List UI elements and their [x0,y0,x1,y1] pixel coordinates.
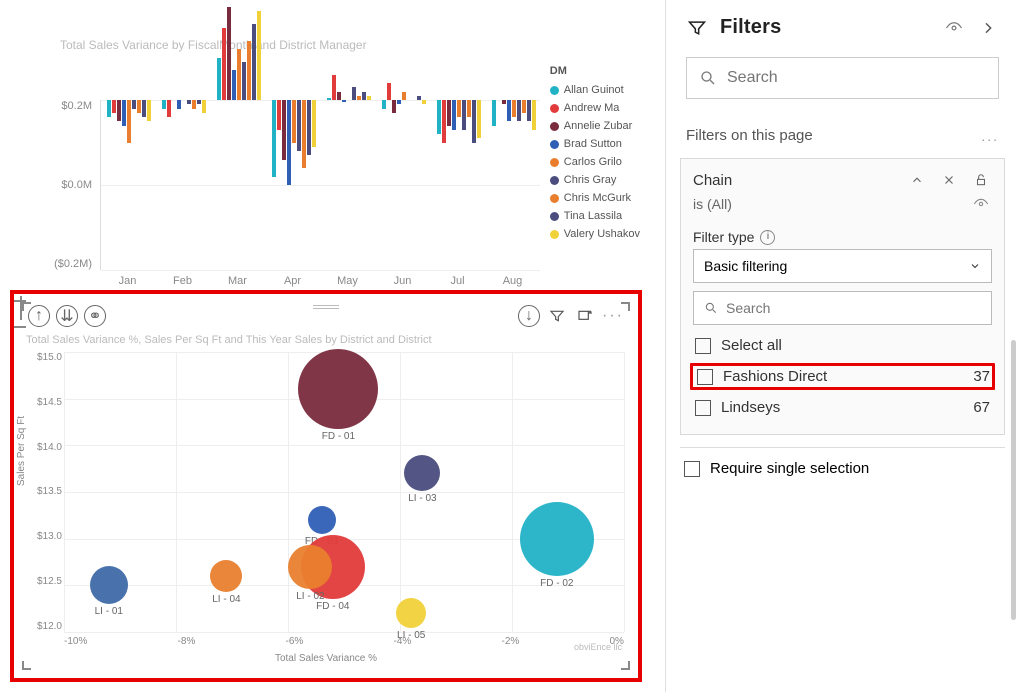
bar-legend[interactable]: DM Allan GuinotAndrew MaAnnelie ZubarBra… [550,65,640,243]
bubble[interactable] [288,545,332,589]
scatter-visual-highlight: ↑ ⇊ ⚭ ↓ ··· Total Sales Variance %, Sale… [10,290,642,682]
bubble-label: FD - 04 [316,601,349,612]
drag-grip-icon[interactable] [313,305,339,309]
filter-option[interactable]: Select all [693,333,992,358]
bubble-label: LI - 02 [296,591,324,602]
bubble[interactable] [298,349,378,429]
bubble[interactable] [210,560,242,592]
scatter-plot-area: FD - 01FD - 02FD - 03FD - 04LI - 01LI - … [64,352,624,632]
legend-item[interactable]: Tina Lassila [550,207,640,225]
drill-up-icon[interactable]: ↑ [28,305,50,327]
filter-icon [686,17,708,39]
more-options-icon[interactable]: ··· [602,305,624,327]
drill-down-icon[interactable]: ↓ [518,305,540,327]
collapse-icon[interactable] [977,17,999,39]
bar-y-axis: $0.2M $0.0M ($0.2M) [46,100,92,270]
info-icon[interactable]: i [760,230,775,245]
clear-filter-icon[interactable] [938,169,960,191]
bubble-label: LI - 03 [408,493,436,504]
require-single-selection[interactable]: Require single selection [680,447,1005,485]
focus-mode-icon[interactable] [574,305,596,327]
visibility-icon[interactable] [943,17,965,39]
section-more-icon[interactable]: ... [981,128,999,144]
search-icon [704,301,718,315]
filter-type-select[interactable]: Basic filtering [693,249,992,283]
legend-item[interactable]: Annelie Zubar [550,117,640,135]
legend-item[interactable]: Carlos Grilo [550,153,640,171]
scrollbar[interactable] [1011,340,1016,620]
chevron-down-icon [969,260,981,272]
filter-type-label: Filter type [693,229,754,245]
bubble-label: FD - 02 [540,578,573,589]
expand-hierarchy-icon[interactable]: ⚭ [84,305,106,327]
credit-text: obviEnce llc [574,642,622,652]
filters-section-label: Filters on this page [686,127,981,144]
search-icon [699,69,717,87]
legend-item[interactable]: Allan Guinot [550,81,640,99]
checkbox[interactable] [684,461,700,477]
scatter-x-label: Total Sales Variance % [20,653,632,664]
bubble-label: LI - 01 [95,606,123,617]
bubble[interactable] [520,502,594,576]
bubble[interactable] [404,455,440,491]
checkbox[interactable] [695,338,711,354]
filter-icon[interactable] [546,305,568,327]
bubble[interactable] [308,506,336,534]
collapse-card-icon[interactable] [906,169,928,191]
bar-plot-area [100,100,540,270]
filters-title: Filters [720,16,931,39]
visibility-icon[interactable] [970,193,992,215]
report-canvas[interactable]: Total Sales Variance by FiscalMonth and … [0,0,665,692]
filters-search-input[interactable] [727,69,986,87]
filter-card-chain: Chain is (All) Filter type i Basic filte… [680,158,1005,435]
filter-options-list: Select all Fashions Direct37 Lindseys67 [693,333,992,420]
legend-item[interactable]: Andrew Ma [550,99,640,117]
filter-condition: is (All) [693,196,732,212]
bubble-label: LI - 04 [212,594,240,605]
bubble[interactable] [396,598,426,628]
filters-panel: Filters Filters on this page ... Chain i… [665,0,1019,692]
legend-item[interactable]: Brad Sutton [550,135,640,153]
drill-down-all-icon[interactable]: ⇊ [56,305,78,327]
checkbox[interactable] [697,369,713,385]
filter-option[interactable]: Fashions Direct37 [690,363,995,390]
legend-item[interactable]: Valery Ushakov [550,225,640,243]
scatter-y-axis: $15.0$14.5 $14.0$13.5 $13.0$12.5 $12.0 [26,352,62,632]
filters-search-box[interactable] [686,57,999,99]
bubble[interactable] [90,566,128,604]
scatter-title: Total Sales Variance %, Sales Per Sq Ft … [26,334,432,346]
bar-x-axis: JanFeb MarApr MayJun JulAug [100,275,540,291]
visual-toolbar: ↑ ⇊ ⚭ ↓ ··· [20,300,632,332]
scatter-x-axis: -10%-8% -6%-4% -2%0% [64,636,624,648]
bar-chart-visual[interactable]: Total Sales Variance by FiscalMonth and … [20,40,640,285]
legend-item[interactable]: Chris Gray [550,171,640,189]
filter-option[interactable]: Lindseys67 [693,395,992,420]
filter-values-search-input[interactable] [726,300,981,316]
filter-values-search[interactable] [693,291,992,325]
legend-item[interactable]: Chris McGurk [550,189,640,207]
scatter-visual[interactable]: ↑ ⇊ ⚭ ↓ ··· Total Sales Variance %, Sale… [20,300,632,672]
lock-filter-icon[interactable] [970,169,992,191]
bubble-label: FD - 01 [322,431,355,442]
filter-field-name: Chain [693,172,732,189]
checkbox[interactable] [695,400,711,416]
